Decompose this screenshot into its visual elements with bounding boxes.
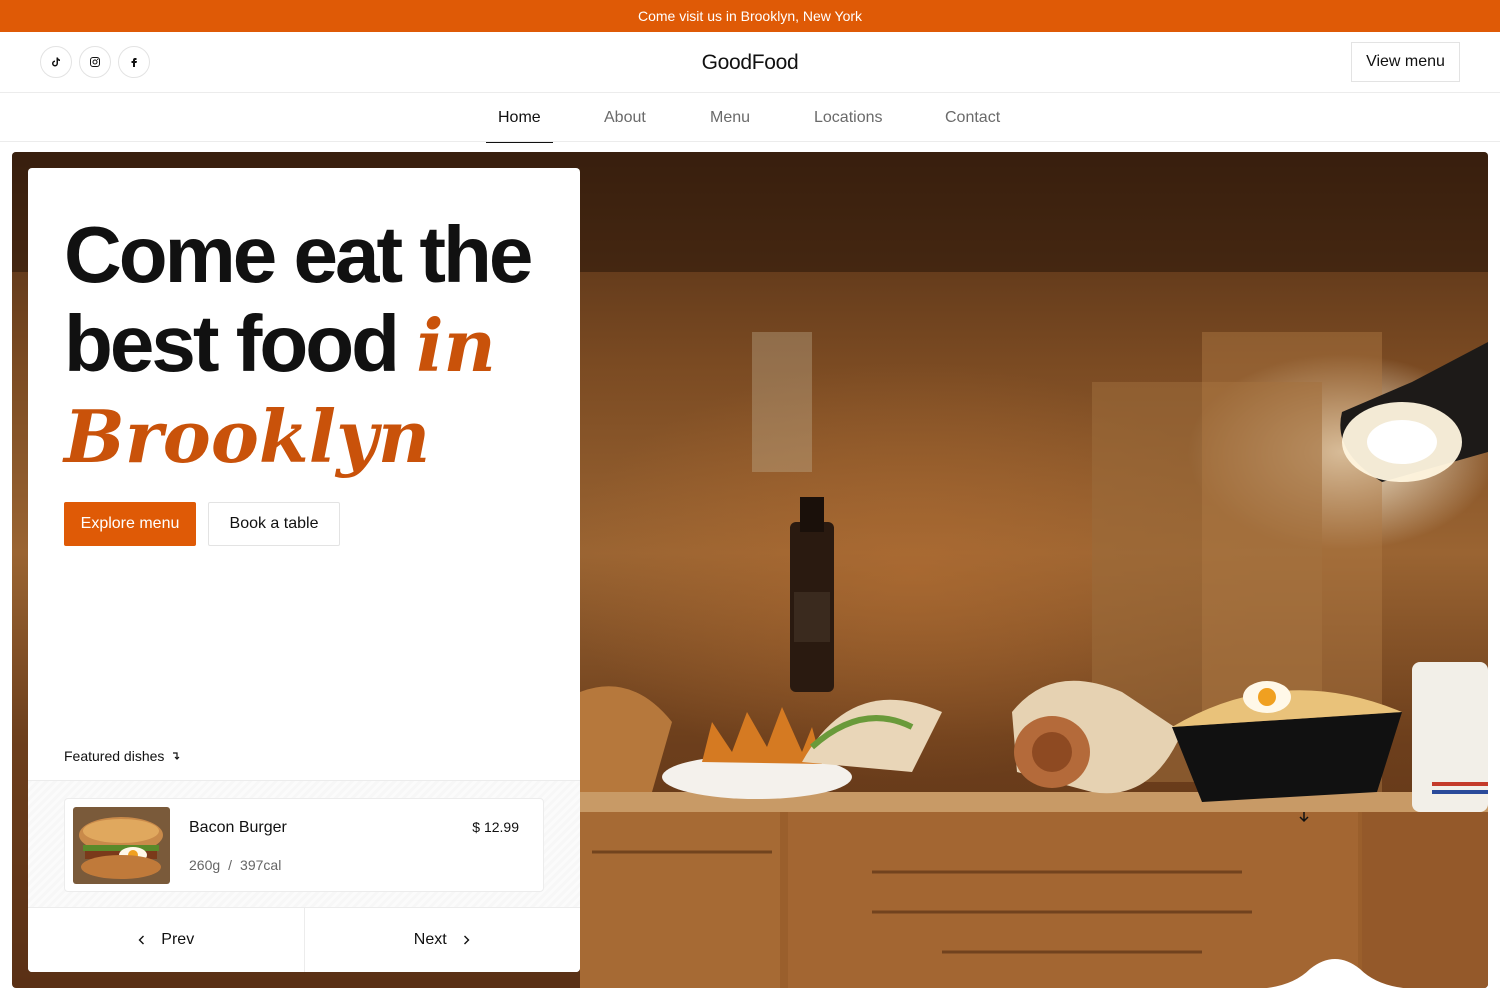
- featured-dishes-label: Featured dishes: [64, 748, 182, 764]
- chevron-right-icon: [463, 935, 470, 945]
- nav-about[interactable]: About: [604, 93, 646, 142]
- headline-accent-in: in: [416, 303, 496, 388]
- social-links: [40, 46, 150, 78]
- dish-calories: 397cal: [240, 857, 282, 873]
- headline-line-1: Come eat the: [64, 210, 533, 299]
- brand-logo-wrap: GoodFood: [0, 51, 1500, 75]
- announcement-bar: Come visit us in Brooklyn, New York: [0, 0, 1500, 32]
- hero-headline: Come eat the best food in Brooklyn: [64, 210, 564, 481]
- prev-button[interactable]: Prev: [28, 908, 304, 972]
- tiktok-icon[interactable]: [40, 46, 72, 78]
- nav-home[interactable]: Home: [486, 93, 553, 143]
- dish-meta: 260g / 397cal: [189, 857, 281, 873]
- featured-dishes-text: Featured dishes: [64, 748, 165, 764]
- nav-contact[interactable]: Contact: [945, 93, 1000, 142]
- scroll-down-icon[interactable]: [1296, 809, 1312, 825]
- dish-image: [73, 807, 170, 884]
- nav-locations[interactable]: Locations: [814, 93, 883, 142]
- main-nav: Home About Menu Locations Contact: [0, 93, 1500, 143]
- scroll-wave: [1266, 959, 1404, 988]
- instagram-icon[interactable]: [79, 46, 111, 78]
- dish-name: Bacon Burger: [189, 819, 287, 836]
- explore-menu-button[interactable]: Explore menu: [64, 502, 196, 546]
- arrow-down-right-icon: [173, 752, 180, 760]
- dish-meta-separator: /: [228, 857, 233, 873]
- headline-line-2: best food: [64, 299, 400, 388]
- chevron-left-icon: [138, 935, 145, 945]
- site-header: GoodFood View menu: [0, 32, 1500, 93]
- next-label: Next: [413, 931, 447, 948]
- next-button[interactable]: Next: [303, 908, 580, 972]
- dish-pager: Prev Next: [28, 908, 580, 972]
- announcement-text: Come visit us in Brooklyn, New York: [637, 8, 863, 24]
- prev-label: Prev: [161, 931, 195, 948]
- view-menu-button[interactable]: View menu: [1351, 42, 1460, 82]
- book-table-button[interactable]: Book a table: [208, 502, 340, 546]
- brand-logo[interactable]: GoodFood: [702, 51, 799, 74]
- dish-card[interactable]: Bacon Burger 260g / 397cal $ 12.99: [64, 798, 544, 892]
- hero-card: Come eat the best food in Brooklyn Explo…: [28, 168, 580, 972]
- facebook-icon[interactable]: [118, 46, 150, 78]
- dish-price: $ 12.99: [472, 819, 519, 835]
- featured-dishes-area: Bacon Burger 260g / 397cal $ 12.99: [28, 780, 580, 908]
- nav-menu[interactable]: Menu: [710, 93, 750, 142]
- headline-accent-city: Brooklyn: [64, 394, 431, 479]
- dish-weight: 260g: [189, 857, 221, 873]
